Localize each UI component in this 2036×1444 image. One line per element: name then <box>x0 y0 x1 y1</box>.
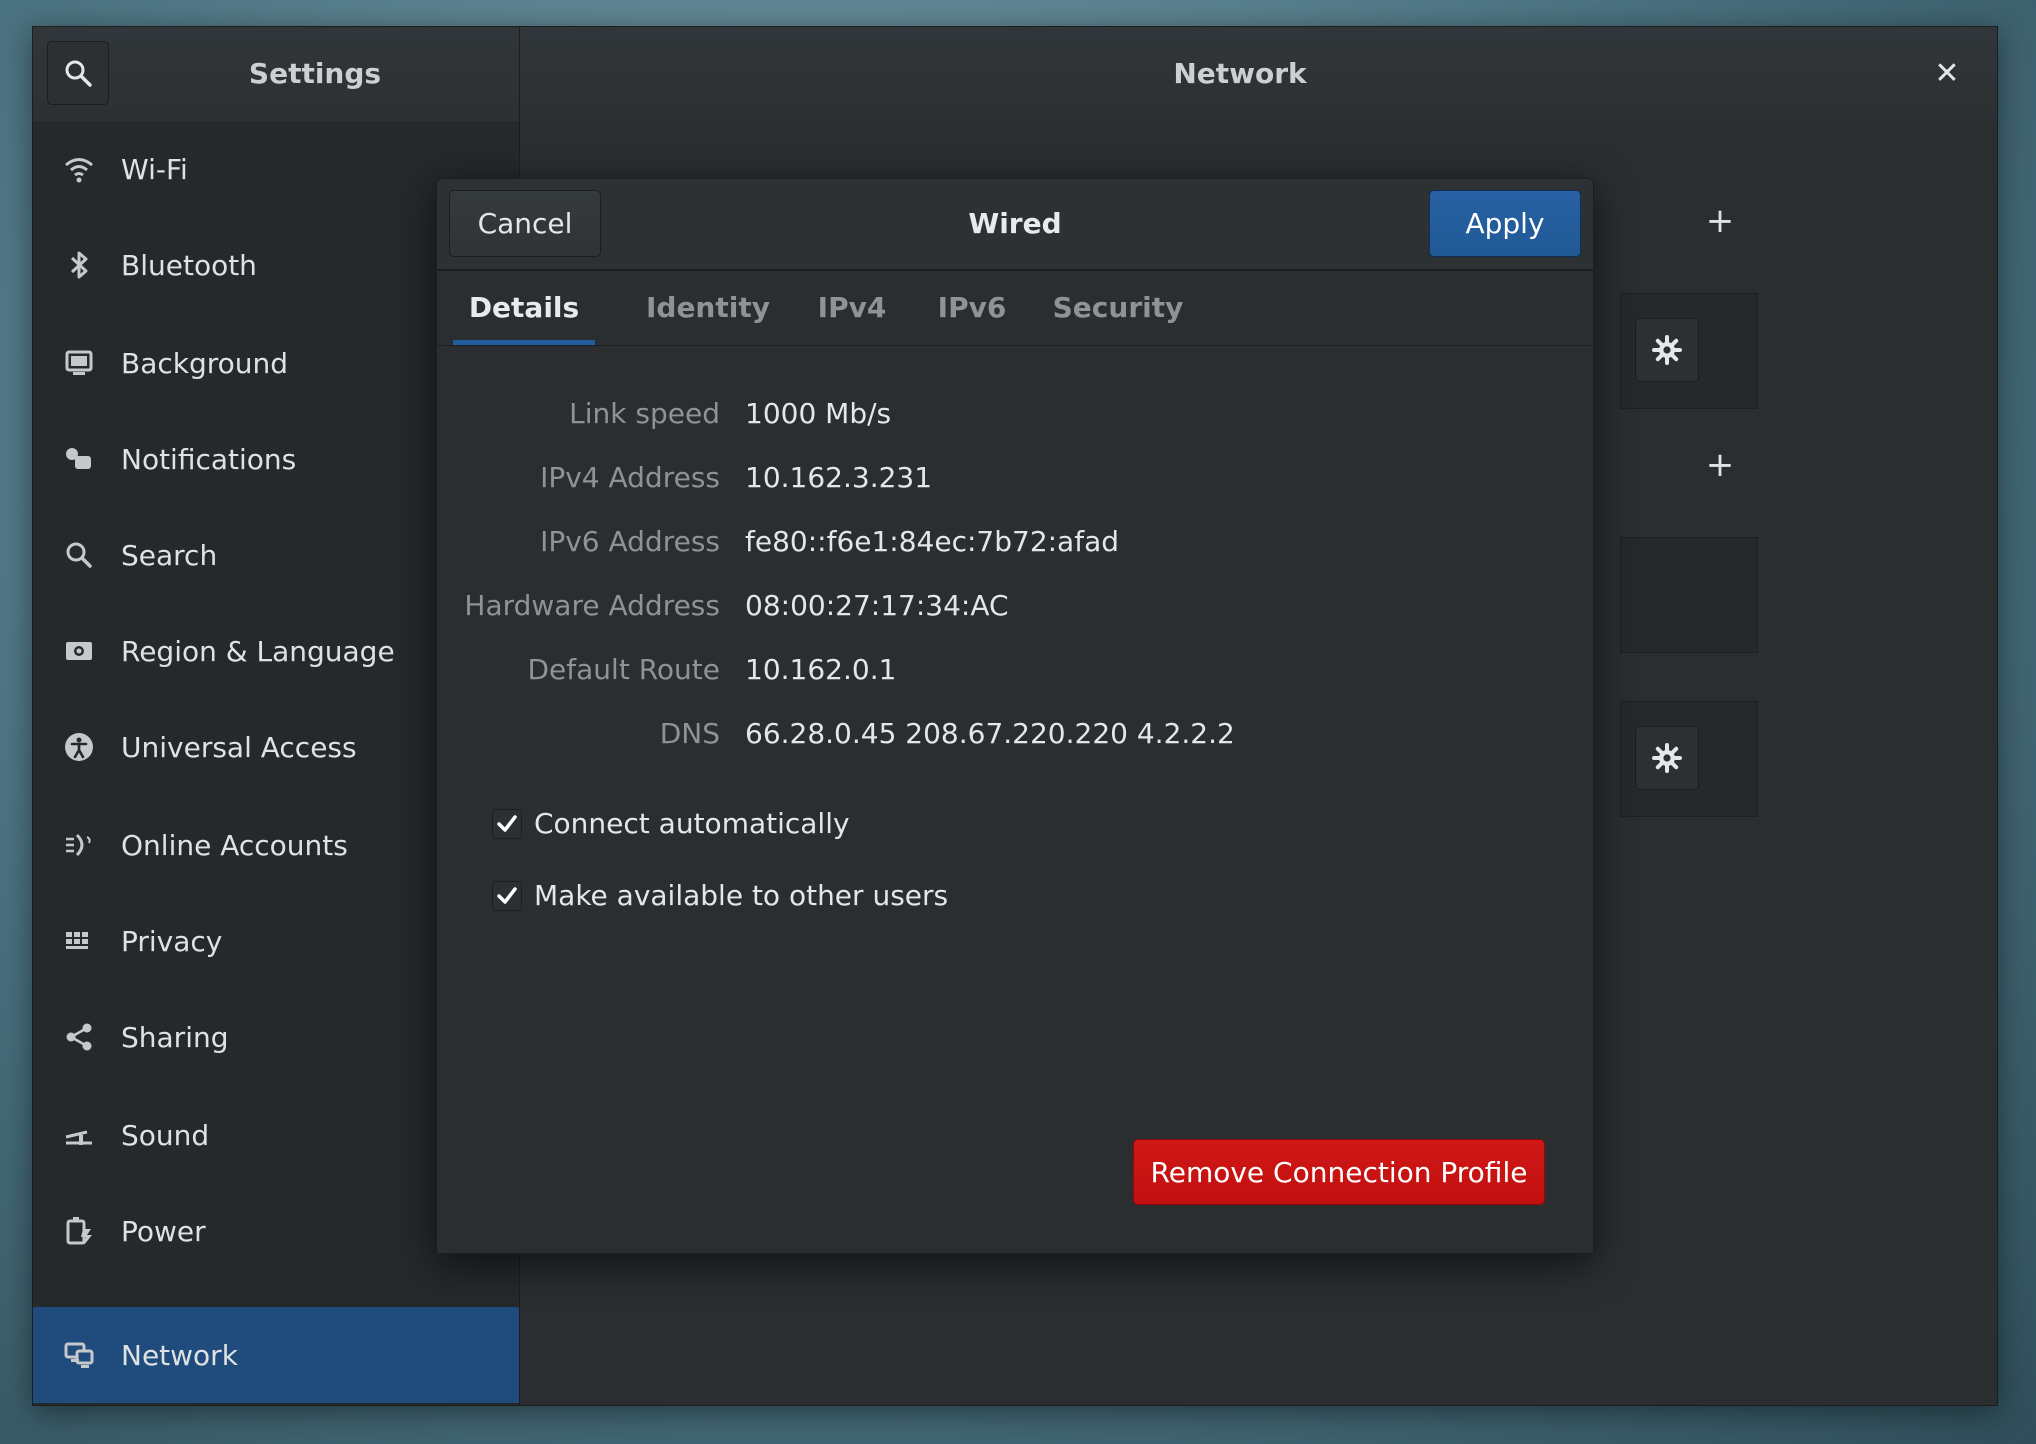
add-connection-button[interactable]: + <box>1700 201 1740 241</box>
tab-ipv4[interactable]: IPv4 <box>797 271 907 345</box>
header-left: Settings <box>33 27 520 121</box>
wired-connection-panel <box>1620 293 1758 409</box>
universal-access-icon <box>61 729 97 765</box>
dialog-title: Wired <box>968 207 1062 240</box>
available-to-others-row: Make available to other users <box>492 879 948 912</box>
proxy-panel <box>1620 701 1758 817</box>
sidebar-item-label: Wi-Fi <box>121 152 188 186</box>
add-vpn-button[interactable]: + <box>1700 445 1740 485</box>
sidebar-item-label: Sharing <box>121 1020 229 1054</box>
privacy-icon <box>61 923 97 959</box>
settings-title: Settings <box>248 57 382 90</box>
dialog-header: Cancel Wired Apply <box>437 179 1593 271</box>
sidebar-item-label: Region & Language <box>121 634 395 668</box>
connect-automatically-row: Connect automatically <box>492 807 850 840</box>
ipv6-address-value: fe80::f6e1:84ec:7b72:afad <box>745 525 1120 558</box>
default-route-label: Default Route <box>527 653 721 686</box>
sharing-icon <box>61 1019 97 1055</box>
link-speed-label: Link speed <box>569 397 720 430</box>
wired-settings-button[interactable] <box>1635 318 1699 382</box>
checkmark-icon <box>497 814 517 832</box>
sidebar-item-label: Bluetooth <box>121 248 257 282</box>
remove-connection-profile-button[interactable]: Remove Connection Profile <box>1133 1139 1545 1205</box>
tab-security[interactable]: Security <box>1043 271 1193 345</box>
sidebar-item-label: Universal Access <box>121 730 357 764</box>
sidebar-item-label: Notifications <box>121 442 297 476</box>
available-to-others-checkbox[interactable] <box>492 880 522 911</box>
sidebar-item-label: Search <box>121 538 218 572</box>
dns-value: 66.28.0.45 208.67.220.220 4.2.2.2 <box>745 717 1235 750</box>
sidebar-item-label: Sound <box>121 1118 210 1152</box>
notifications-icon <box>61 441 97 477</box>
search-button[interactable] <box>47 41 109 105</box>
vpn-panel <box>1620 537 1758 653</box>
connect-automatically-label[interactable]: Connect automatically <box>534 807 850 840</box>
link-speed-value: 1000 Mb/s <box>745 397 892 430</box>
cancel-button[interactable]: Cancel <box>449 190 601 257</box>
sidebar-item-label: Online Accounts <box>121 828 348 862</box>
available-to-others-label[interactable]: Make available to other users <box>534 879 948 912</box>
hardware-address-value: 08:00:27:17:34:AC <box>745 589 1009 622</box>
ipv4-address-label: IPv4 Address <box>540 461 720 494</box>
tab-ipv6[interactable]: IPv6 <box>917 271 1027 345</box>
wifi-icon <box>61 151 97 187</box>
search-icon <box>65 60 92 87</box>
background-icon <box>61 345 97 381</box>
gear-icon <box>1652 743 1682 773</box>
sidebar-item-label: Background <box>121 346 289 380</box>
gear-icon <box>1652 335 1682 365</box>
proxy-settings-button[interactable] <box>1635 726 1699 790</box>
apply-button[interactable]: Apply <box>1429 190 1581 257</box>
wired-dialog: Cancel Wired Apply Details Identity IPv4… <box>436 178 1594 1254</box>
region-icon <box>61 633 97 669</box>
close-button[interactable]: ✕ <box>1925 51 1969 95</box>
bluetooth-icon <box>61 247 97 283</box>
close-icon: ✕ <box>1934 55 1960 91</box>
checkmark-icon <box>497 886 517 904</box>
network-icon <box>61 1337 97 1373</box>
header-bar: Settings Network ✕ <box>33 27 1997 123</box>
connect-automatically-checkbox[interactable] <box>492 808 522 839</box>
sound-icon <box>61 1117 97 1153</box>
dialog-tabs: Details Identity IPv4 IPv6 Security <box>437 271 1593 346</box>
dns-label: DNS <box>659 717 720 750</box>
hardware-address-label: Hardware Address <box>464 589 720 622</box>
sidebar-item-label: Power <box>121 1214 206 1248</box>
ipv4-address-value: 10.162.3.231 <box>745 461 933 494</box>
power-icon <box>61 1213 97 1249</box>
online-accounts-icon <box>61 827 97 863</box>
search-icon <box>61 537 97 573</box>
ipv6-address-label: IPv6 Address <box>540 525 720 558</box>
sidebar-item-label: Network <box>121 1338 238 1372</box>
sidebar-item-network[interactable]: Network <box>33 1307 519 1403</box>
sidebar-item-label: Privacy <box>121 924 223 958</box>
tab-details[interactable]: Details <box>453 271 595 345</box>
tab-identity[interactable]: Identity <box>629 271 787 345</box>
panel-title: Network <box>1173 57 1307 90</box>
default-route-value: 10.162.0.1 <box>745 653 897 686</box>
